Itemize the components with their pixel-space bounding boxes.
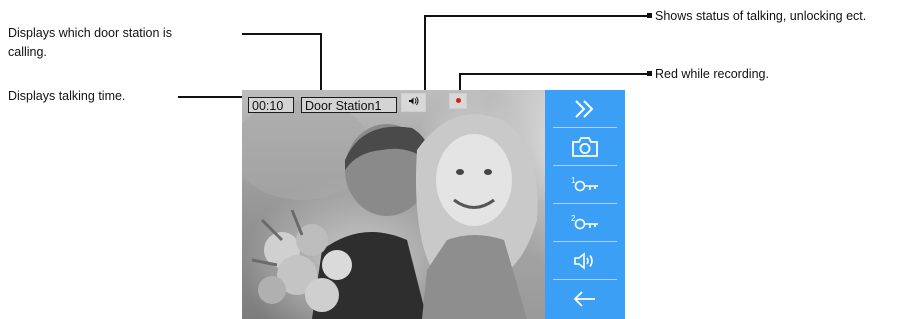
unlock-1-button[interactable]: 1	[553, 166, 617, 204]
recording-dot-icon	[456, 98, 461, 103]
double-chevron-right-icon	[575, 99, 594, 118]
back-arrow-icon	[573, 291, 595, 307]
camera-icon	[572, 136, 598, 157]
back-button[interactable]	[553, 280, 617, 318]
annotation-recording: Red while recording.	[655, 67, 769, 81]
annotation-door-station: Displays which door station is calling.	[8, 26, 172, 59]
talking-status-icon	[409, 96, 419, 106]
leader-line-recording-h	[459, 73, 649, 75]
annotation-talking-time: Displays talking time.	[8, 89, 126, 103]
leader-dot-recording	[647, 71, 652, 76]
next-button[interactable]	[553, 90, 617, 128]
leader-line-door-station-h	[242, 33, 322, 35]
control-sidebar: 1 2	[545, 90, 625, 319]
unlock-2-icon: 2	[571, 214, 598, 229]
annotation-status: Shows status of talking, unlocking ect.	[655, 9, 867, 23]
leader-line-status-h	[424, 15, 649, 17]
leader-line-status-v	[424, 15, 426, 95]
recording-indicator	[449, 93, 467, 109]
status-indicator	[401, 93, 426, 112]
volume-button[interactable]	[553, 242, 617, 280]
door-station-name-display: Door Station1	[301, 97, 397, 113]
speaker-volume-icon	[574, 251, 593, 270]
leader-line-door-station-v	[320, 33, 322, 97]
unlock-2-button[interactable]: 2	[553, 204, 617, 242]
talk-time-display: 00:10	[248, 97, 294, 113]
unlock-1-icon: 1	[571, 176, 598, 191]
snapshot-button[interactable]	[553, 128, 617, 166]
leader-dot-status	[647, 13, 652, 18]
